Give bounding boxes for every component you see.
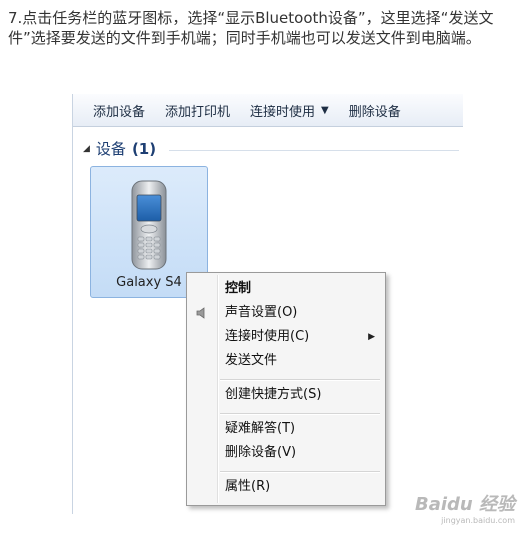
menu-item-connect-using-label: 连接时使用(C) — [225, 329, 310, 344]
add-printer-button[interactable]: 添加打印机 — [155, 94, 240, 126]
menu-separator — [220, 413, 380, 415]
group-count: (1) — [131, 139, 157, 158]
menu-item-create-shortcut[interactable]: 创建快捷方式(S) — [225, 383, 321, 407]
group-divider — [169, 150, 459, 151]
menu-item-sound-settings[interactable]: 声音设置(O) — [225, 301, 297, 325]
device-context-menu: 控制 声音设置(O) 连接时使用(C) ▶ 发送文件 创建快捷方式(S) 疑难解… — [186, 272, 386, 506]
menu-item-remove-device[interactable]: 删除设备(V) — [225, 441, 296, 465]
menu-icon-column — [217, 275, 219, 503]
menu-item-properties[interactable]: 属性(R) — [225, 475, 270, 499]
group-title: 设备 — [95, 140, 126, 158]
watermark-url: jingyan.baidu.com — [441, 516, 515, 525]
menu-separator — [220, 379, 380, 381]
menu-item-troubleshoot[interactable]: 疑难解答(T) — [225, 417, 295, 441]
instruction-text: 7.点击任务栏的蓝牙图标，选择“显示Bluetooth设备”，这里选择“发送文件… — [8, 9, 494, 47]
devices-group-header[interactable]: ◢ 设备 (1) — [83, 138, 156, 159]
watermark: Baidu 经验 jingyan.baidu.com — [415, 490, 515, 525]
connect-using-label: 连接时使用 — [250, 104, 316, 120]
mobile-phone-icon — [131, 180, 167, 270]
command-bar: 添加设备 添加打印机 连接时使用 ▼ 删除设备 — [73, 94, 463, 127]
chevron-down-icon: ▼ — [321, 104, 329, 116]
watermark-logo: Baidu 经验 — [414, 494, 515, 515]
menu-separator — [220, 471, 380, 473]
add-device-button[interactable]: 添加设备 — [73, 94, 155, 126]
connect-using-button[interactable]: 连接时使用 ▼ — [240, 94, 339, 126]
speaker-icon — [196, 307, 205, 319]
menu-item-send-file[interactable]: 发送文件 — [225, 349, 277, 373]
menu-item-control[interactable]: 控制 — [225, 277, 251, 301]
menu-item-connect-using[interactable]: 连接时使用(C) — [225, 325, 377, 349]
remove-device-button[interactable]: 删除设备 — [339, 94, 411, 126]
submenu-arrow-icon: ▶ — [368, 332, 375, 342]
collapse-triangle-icon[interactable]: ◢ — [83, 144, 90, 154]
